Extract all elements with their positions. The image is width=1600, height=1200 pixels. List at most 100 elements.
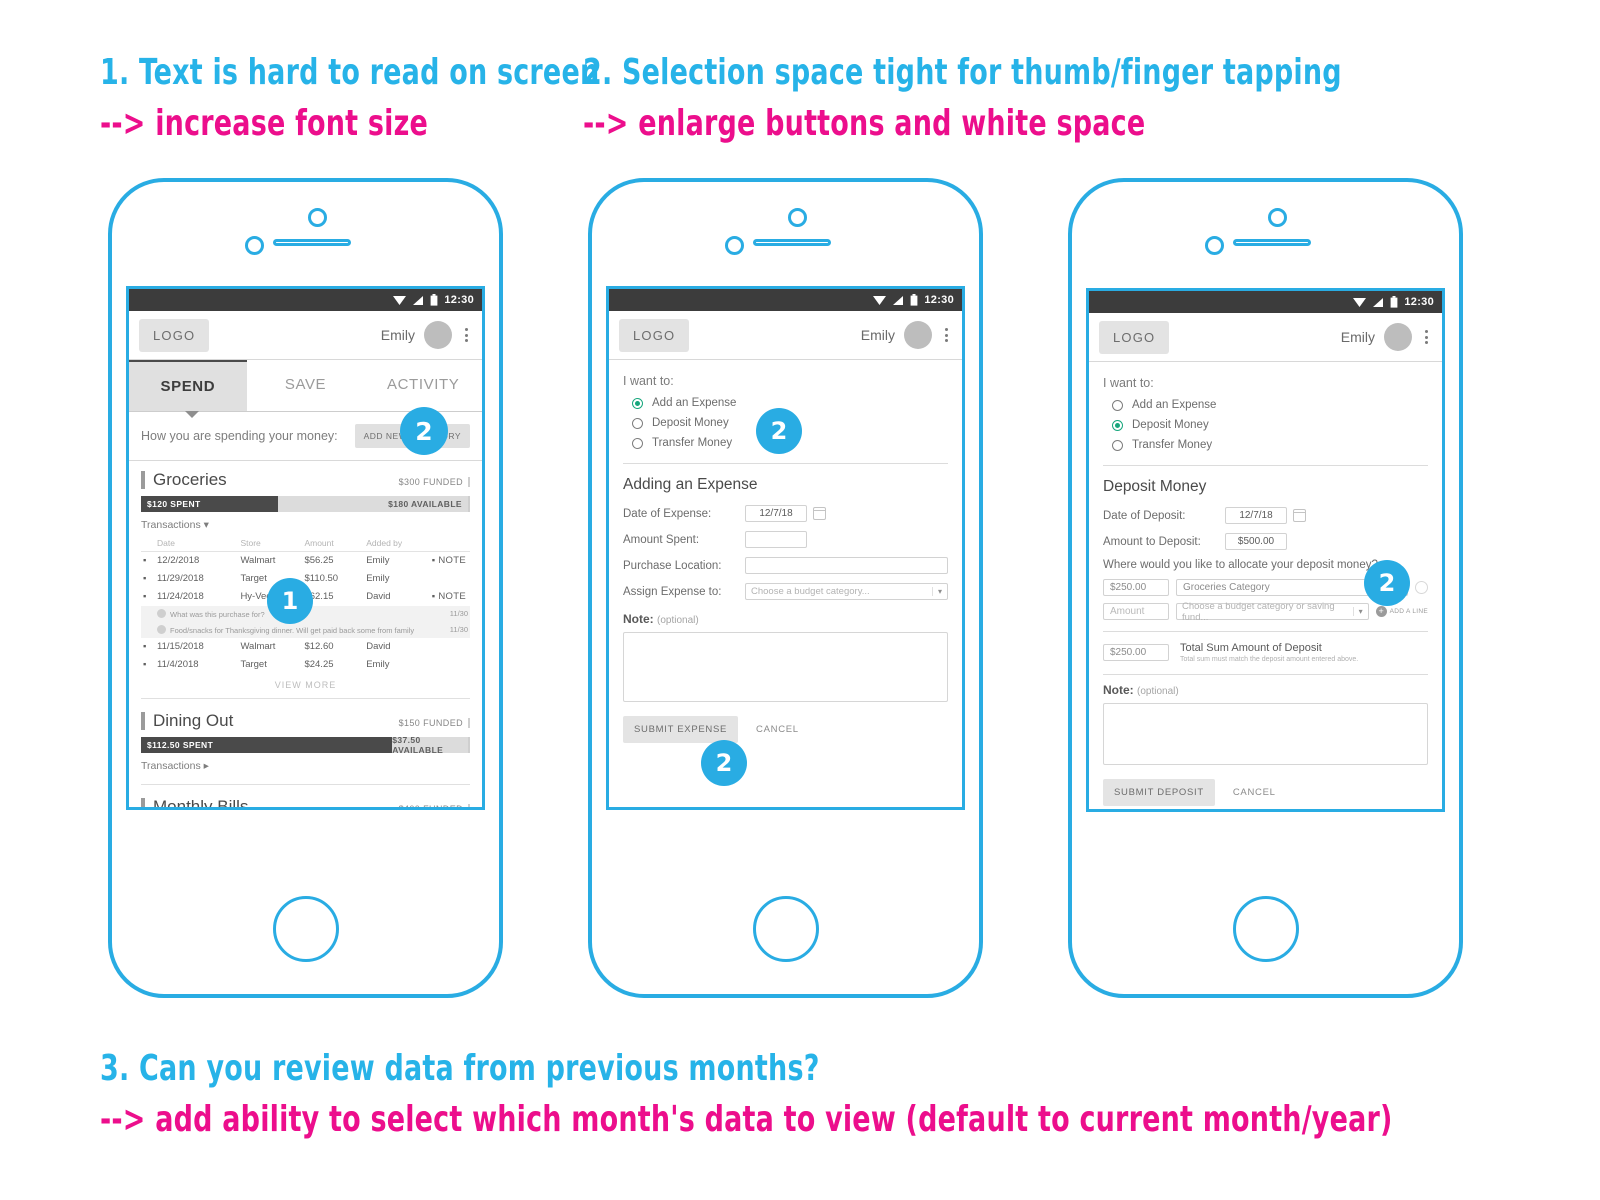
radio-icon[interactable] <box>632 437 643 449</box>
radio-label: Transfer Money <box>1132 439 1213 451</box>
wifi-icon <box>1353 297 1367 307</box>
tab-save[interactable]: SAVE <box>247 360 365 411</box>
signal-icon <box>1373 297 1384 307</box>
calendar-icon[interactable] <box>813 507 826 520</box>
total-amount-input[interactable]: $250.00 <box>1103 644 1169 661</box>
earpiece-speaker <box>753 239 831 246</box>
total-sum-row: $250.00 Total Sum Amount of Deposit Tota… <box>1103 642 1428 663</box>
radio-deposit-money[interactable]: Deposit Money <box>1112 419 1428 431</box>
annotation-2: 2. Selection space tight for thumb/finge… <box>583 52 1342 144</box>
phone1-screen: 12:30 LOGO Emily SPEND SAVE ACTIVITY How… <box>126 286 485 810</box>
date-input[interactable]: 12/7/18 <box>745 505 807 522</box>
avatar[interactable] <box>424 321 452 349</box>
home-button[interactable] <box>1232 896 1299 962</box>
cell-amount: $12.60 <box>304 641 334 653</box>
category-header: Monthly Bills $400 FUNDED <box>141 797 470 807</box>
cell-amount: $24.25 <box>304 659 334 671</box>
note-tag[interactable]: ▪ NOTE <box>430 551 470 570</box>
avatar[interactable] <box>904 321 932 349</box>
col-added-by: Added by <box>364 534 430 552</box>
overflow-menu-icon[interactable] <box>1421 328 1432 346</box>
row-bullet-icon: ▪ <box>143 641 147 653</box>
status-time: 12:30 <box>924 294 954 306</box>
calendar-icon[interactable] <box>1293 509 1306 522</box>
amount-input[interactable] <box>745 531 807 548</box>
radio-add-an-expense[interactable]: Add an Expense <box>632 397 948 409</box>
deposit-amount-input[interactable]: $500.00 <box>1225 533 1287 550</box>
app-bar: LOGO Emily <box>129 311 482 360</box>
cancel-button[interactable]: CANCEL <box>756 724 799 735</box>
allocation-amount-input[interactable]: $250.00 <box>1103 579 1169 596</box>
overflow-menu-icon[interactable] <box>941 326 952 344</box>
radio-add-an-expense[interactable]: Add an Expense <box>1112 399 1428 411</box>
logo-button[interactable]: LOGO <box>1099 320 1170 354</box>
table-row[interactable]: ▪ 12/2/2018 Walmart $56.25 Emily ▪ NOTE <box>141 551 470 570</box>
budget-category-select[interactable]: Choose a budget category... ▾ <box>745 583 948 600</box>
note-avatar-icon <box>157 608 166 618</box>
radio-icon[interactable] <box>1112 399 1123 411</box>
spend-subheader-label: How you are spending your money: <box>141 429 338 443</box>
callout-number: 1 <box>281 587 299 615</box>
budget-progress-bar: $112.50 SPENT $37.50 AVAILABLE <box>141 735 470 755</box>
add-a-line-button[interactable]: + ADD A LINE <box>1375 606 1428 617</box>
status-time: 12:30 <box>444 294 474 306</box>
note-textarea[interactable] <box>1103 703 1428 765</box>
add-a-line-label: ADD A LINE <box>1389 608 1428 615</box>
bar-spent-label: $112.50 SPENT <box>141 736 393 753</box>
avatar[interactable] <box>1384 323 1412 351</box>
note-textarea[interactable] <box>623 632 948 702</box>
cell-added-by: Emily <box>366 659 390 671</box>
note-avatar-icon <box>157 624 166 634</box>
radio-icon[interactable] <box>632 397 643 409</box>
field-label: Assign Expense to: <box>623 585 722 598</box>
cancel-button[interactable]: CANCEL <box>1233 787 1276 798</box>
row-bullet-icon: ▪ <box>143 659 147 671</box>
col-store: Store <box>238 534 303 552</box>
logo-button[interactable]: LOGO <box>619 318 690 352</box>
submit-expense-button[interactable]: SUBMIT EXPENSE <box>623 716 739 743</box>
allocation-category-select[interactable]: Choose a budget category or saving fund.… <box>1176 601 1369 623</box>
purchase-location-input[interactable] <box>745 557 948 574</box>
home-button[interactable] <box>752 896 819 962</box>
view-more-button[interactable]: VIEW MORE <box>141 674 470 698</box>
radio-icon[interactable] <box>1112 419 1123 431</box>
chevron-down-icon: ▾ <box>1352 607 1363 616</box>
table-row[interactable]: ▪ 11/15/2018 Walmart $12.60 David <box>141 638 470 656</box>
app-bar-right: Emily <box>861 321 952 349</box>
transactions-toggle-label: Transactions <box>141 518 201 531</box>
transactions-toggle[interactable]: Transactions ▸ <box>141 760 470 772</box>
home-button[interactable] <box>272 896 339 962</box>
callout-bubble-1-transactions: 1 <box>267 578 313 624</box>
tab-activity[interactable]: ACTIVITY <box>364 360 482 411</box>
active-tab-caret-icon <box>185 411 199 418</box>
table-row[interactable]: ▪ 11/4/2018 Target $24.25 Emily <box>141 656 470 674</box>
annotation-3: 3. Can you review data from previous mon… <box>100 1048 1393 1140</box>
radio-icon[interactable] <box>632 417 643 429</box>
tab-spend[interactable]: SPEND <box>129 360 247 411</box>
signal-icon <box>413 295 424 305</box>
annotation-3-problem: 3. Can you review data from previous mon… <box>100 1048 820 1090</box>
category-dining-out: Dining Out $150 FUNDED $112.50 SPENT $37… <box>129 699 482 784</box>
radio-icon[interactable] <box>1112 439 1123 451</box>
divider <box>1103 465 1428 466</box>
date-input[interactable]: 12/7/18 <box>1225 507 1287 524</box>
row-bullet-icon: ▪ <box>143 591 147 603</box>
annotation-3-solution: --> add ability to select which month's … <box>100 1099 1393 1141</box>
i-want-to-label: I want to: <box>1103 376 1154 390</box>
field-label: Amount Spent: <box>623 533 700 546</box>
logo-button[interactable]: LOGO <box>139 318 210 352</box>
overflow-menu-icon[interactable] <box>461 326 472 344</box>
submit-deposit-button[interactable]: SUBMIT DEPOSIT <box>1103 779 1215 806</box>
field-label: Purchase Location: <box>623 559 722 572</box>
wifi-icon <box>393 295 407 305</box>
category-groceries: Groceries $300 FUNDED $120 SPENT $180 AV… <box>129 461 482 698</box>
cell-date: 11/15/2018 <box>157 641 204 653</box>
transactions-toggle[interactable]: Transactions ▾ <box>141 519 470 531</box>
cell-amount: $56.25 <box>304 555 334 567</box>
select-placeholder: Choose a budget category... <box>751 586 870 597</box>
status-time: 12:30 <box>1404 296 1434 308</box>
note-tag[interactable]: ▪ NOTE <box>430 588 470 606</box>
radio-transfer-money[interactable]: Transfer Money <box>1112 439 1428 451</box>
remove-line-icon[interactable] <box>1415 581 1428 594</box>
allocation-amount-placeholder[interactable]: Amount <box>1103 603 1169 620</box>
